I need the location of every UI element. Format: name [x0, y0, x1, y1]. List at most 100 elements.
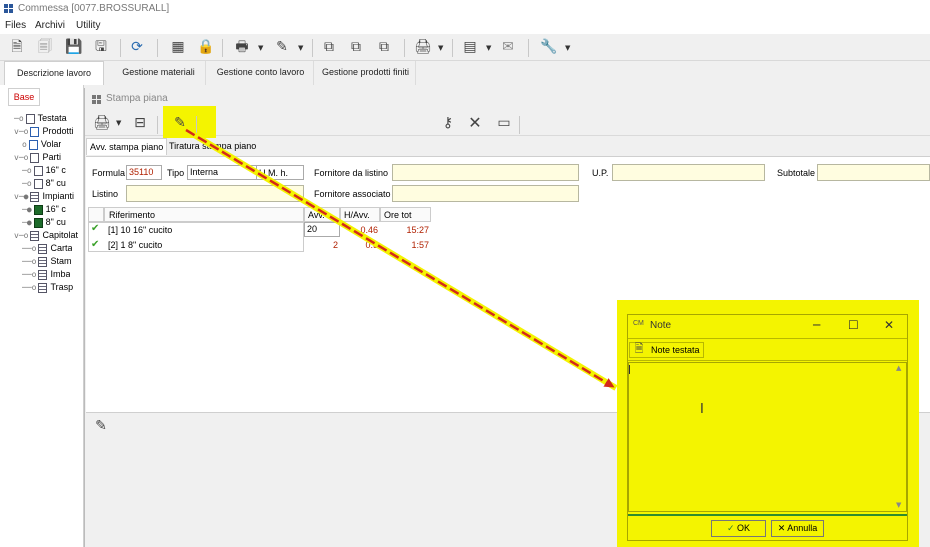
wrench-dropdown-icon[interactable]: ▼ [565, 44, 570, 52]
tree-item[interactable]: ──o Carta [22, 242, 72, 255]
tree-item[interactable]: v─o Capitolat [14, 229, 78, 242]
tab-base[interactable]: Base [8, 88, 40, 106]
up-field[interactable] [612, 164, 765, 181]
menu-files[interactable]: Files [5, 20, 26, 31]
key-icon[interactable]: ⚷ [440, 115, 456, 131]
tree-item[interactable]: ─o 8" cu [22, 177, 66, 190]
toolbar-separator [157, 116, 158, 134]
note-footer [628, 514, 907, 541]
doc-icon: 🗎 [634, 342, 644, 355]
table-icon [38, 269, 48, 280]
fornitore-listino-field[interactable] [392, 164, 579, 181]
tab-descrizione-lavoro[interactable]: Descrizione lavoro [4, 61, 104, 85]
tree-item-label: Parti [42, 152, 61, 162]
refresh-icon[interactable]: ⟳ [129, 39, 145, 55]
row-riferimento[interactable]: [1] 10 16" cucito [108, 223, 172, 238]
close-icon[interactable]: ✕ [884, 318, 894, 332]
tree-item[interactable]: v─o Prodotti [14, 125, 73, 138]
row-riferimento[interactable]: [2] 1 8" cucito [108, 238, 162, 253]
window-import-icon[interactable]: ⧉ [376, 39, 392, 55]
tree-item[interactable]: ──o Trasp [22, 281, 73, 294]
window-copy-icon[interactable]: ⧉ [321, 39, 337, 55]
lock-icon[interactable]: 🔒 [197, 39, 214, 55]
tab-gestione-materiali[interactable]: Gestione materiali [112, 61, 206, 85]
ok-button[interactable]: ✓ OK [711, 520, 766, 537]
tree-item[interactable]: v─● Impianti [14, 190, 74, 203]
plant-icon [30, 191, 40, 202]
scroll-down-icon[interactable]: ▼ [896, 501, 901, 509]
save-all-icon[interactable]: 🖫 [93, 39, 109, 55]
tree-item[interactable]: ─o Testata [14, 112, 67, 125]
edit-dropdown-icon[interactable]: ▼ [298, 44, 303, 52]
tree-item[interactable]: o Volar [22, 138, 61, 151]
check-icon: ✓ [726, 524, 735, 534]
um-field[interactable] [256, 165, 304, 180]
print-icon[interactable]: 🖶 [234, 39, 250, 55]
tree-item[interactable]: ─● 16" c [22, 203, 66, 216]
new-doc-icon[interactable]: 🗎 [9, 39, 25, 55]
formula-label: Formula [92, 168, 126, 178]
tree-item[interactable]: ──o Stam [22, 255, 71, 268]
tipo-field[interactable]: Interna [187, 165, 257, 180]
window-icon[interactable]: ▭ [496, 115, 512, 131]
window-copy2-icon[interactable]: ⧉ [348, 39, 364, 55]
fornitore-associato-field[interactable] [392, 185, 579, 202]
note-testata-label: Note testata [651, 345, 700, 355]
window-title: Commessa [0077.BROSSURALL] [18, 3, 170, 14]
stamp-dropdown-icon[interactable]: ▼ [486, 44, 491, 52]
menu-utility[interactable]: Utility [76, 20, 100, 31]
grid-header-riferimento[interactable]: Riferimento [104, 207, 304, 222]
formula-field[interactable]: 35110 [126, 165, 162, 180]
note-scrollbar[interactable] [894, 363, 906, 511]
toolbar-separator [528, 39, 529, 57]
check-icon: ✔ [91, 223, 100, 234]
tab-gestione-prodotti-finiti[interactable]: Gestione prodotti finiti [316, 61, 416, 85]
tree-item[interactable]: ─● 8" cu [22, 216, 66, 229]
row-avv-input[interactable]: 20 [304, 222, 340, 237]
row-ore-tot: 1:57 [411, 240, 429, 250]
cancel-label: Annulla [787, 523, 818, 533]
tree-item-label: Impianti [42, 191, 74, 201]
tab-gestione-conto-lavoro[interactable]: Gestione conto lavoro [208, 61, 314, 85]
note-textarea[interactable] [628, 362, 907, 512]
toolbar-separator [222, 39, 223, 57]
grid-header-avv[interactable]: Avv. [304, 207, 340, 222]
toolbar-separator [196, 116, 197, 134]
tab-tiratura-stampa-piano[interactable]: Tiratura stampa piano [166, 138, 259, 155]
menu-archivi[interactable]: Archivi [35, 20, 65, 31]
printer-dropdown-icon[interactable]: ▼ [116, 119, 121, 127]
copy-doc-icon[interactable]: 🗐 [37, 39, 53, 55]
maximize-icon[interactable]: ☐ [848, 318, 859, 332]
print-dropdown-icon[interactable]: ▼ [258, 44, 263, 52]
stamp-icon[interactable]: ▤ [462, 39, 478, 55]
calculator-icon[interactable]: ▦ [170, 39, 186, 55]
product-icon [28, 139, 38, 150]
edit-icon[interactable]: ✎ [274, 39, 290, 55]
scroll-up-icon[interactable]: ▲ [896, 364, 901, 372]
fornitore-listino-label: Fornitore da listino [314, 168, 389, 178]
cancel-button[interactable]: ✕ Annulla [771, 520, 824, 537]
tab-avv-stampa-piano[interactable]: Avv. stampa piano [86, 138, 168, 155]
wrench-icon[interactable]: 🔧 [540, 39, 557, 55]
save-icon[interactable]: 💾 [65, 39, 82, 55]
printer-icon[interactable]: 🖨 [414, 39, 432, 55]
grid-header-ore-tot[interactable]: Ore tot [380, 207, 431, 222]
listino-field[interactable] [126, 185, 304, 202]
note-edit-icon[interactable]: ✎ [172, 115, 188, 131]
tree-item[interactable]: ─o 16" c [22, 164, 66, 177]
note-dialog-title: Note [650, 320, 672, 331]
minimize-icon[interactable]: ─ [813, 318, 820, 332]
printer-dropdown-icon[interactable]: ▼ [438, 44, 443, 52]
close-icon[interactable]: ✕ [467, 115, 483, 131]
tree-item-label: Stam [50, 256, 72, 266]
tree-item[interactable]: v─o Parti [14, 151, 61, 164]
subtotale-field[interactable] [817, 164, 930, 181]
form-icon[interactable]: ⊟ [132, 115, 148, 131]
note-edit-icon[interactable]: ✎ [93, 418, 109, 434]
printer-icon[interactable]: 🖨 [93, 115, 111, 131]
part-icon [33, 178, 43, 189]
grid-header-h-avv[interactable]: H/Avv. [340, 207, 380, 222]
mail-icon[interactable]: ✉ [500, 39, 516, 55]
toolbar-separator [312, 39, 313, 57]
tree-item[interactable]: ──o Imba [22, 268, 70, 281]
